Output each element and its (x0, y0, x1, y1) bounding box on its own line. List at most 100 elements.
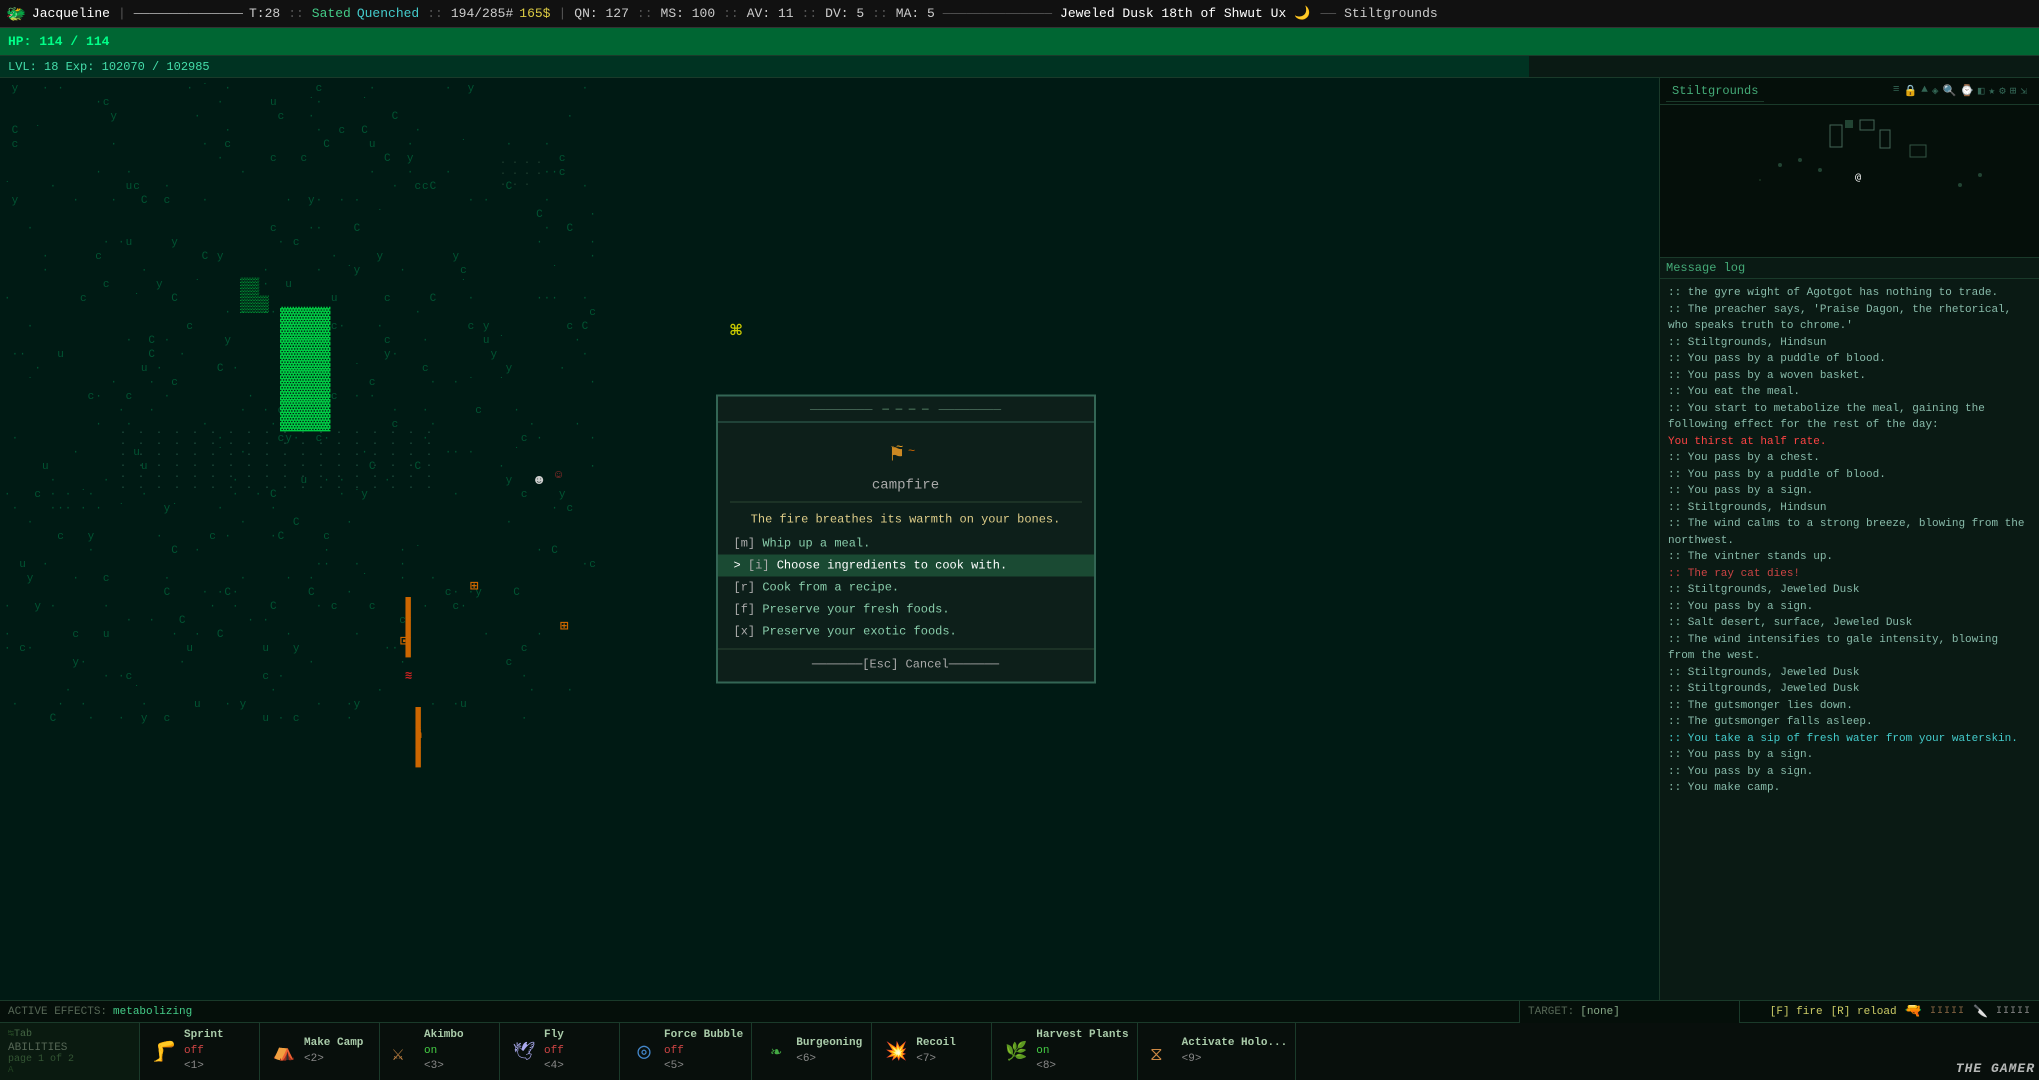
game-viewport[interactable]: y · · · ˙ · c · · y · ·c · u ˙· ˙ y · c … (0, 78, 1659, 1000)
akimbo-icon: ⚔ (388, 1036, 420, 1068)
holo-key: <9> (1182, 1052, 1288, 1067)
mm-icon-1[interactable]: ≡ (1893, 84, 1900, 98)
fly-key: <4> (544, 1059, 564, 1074)
message-item: :: You eat the meal. (1668, 384, 2031, 401)
ability-forcebubble[interactable]: ◎ Force Bubble off <5> (620, 1023, 752, 1080)
npc-entity: ☻ (535, 473, 543, 489)
option-exotic-text: Preserve your exotic foods. (762, 625, 956, 639)
fly-info: Fly off <4> (544, 1028, 564, 1074)
harvest-info: Harvest Plants on <8> (1036, 1028, 1128, 1074)
right-panel: Stiltgrounds ≡ 🔒 ▲ ◈ 🔍 ⌚ ◧ ★ ⚙ ⊞ ⇲ (1659, 78, 2039, 1000)
mm-icon-2[interactable]: 🔒 (1904, 84, 1918, 98)
message-item: :: You pass by a sign. (1668, 483, 2031, 500)
akimbo-status: on (424, 1044, 464, 1059)
message-item: :: The vintner stands up. (1668, 549, 2031, 566)
forcebubble-icon: ◎ (628, 1036, 660, 1068)
fly-name: Fly (544, 1028, 564, 1043)
abilities-a: A (8, 1065, 131, 1075)
mm-icon-6[interactable]: ⌚ (1960, 84, 1974, 98)
fire-key: [F] fire (1770, 1006, 1823, 1018)
ability-harvest[interactable]: 🌿 Harvest Plants on <8> (992, 1023, 1137, 1080)
mm-icon-9[interactable]: ⚙ (1999, 84, 2006, 98)
minimap-title: Stiltgrounds (1666, 81, 1764, 102)
structure-2: ⊞ (470, 578, 478, 595)
main-area: y · · · ˙ · c · · y · ·c · u ˙· ˙ y · c … (0, 78, 2039, 1000)
fly-icon: 🕊 (508, 1036, 540, 1068)
dialog-option-fresh[interactable]: [f] Preserve your fresh foods. (718, 599, 1094, 621)
option-fresh-text: Preserve your fresh foods. (762, 603, 949, 617)
dialog-option-whip[interactable]: [m] Whip up a meal. (718, 533, 1094, 555)
ability-recoil[interactable]: 💥 Recoil <7> (872, 1023, 992, 1080)
burgeoning-key: <6> (796, 1052, 862, 1067)
structure-3: ⊞ (560, 618, 568, 635)
burgeoning-name: Burgeoning (796, 1036, 862, 1051)
ability-holo[interactable]: ⧖ Activate Holo... <9> (1138, 1023, 1297, 1080)
liquid-entity: ≋ (405, 668, 412, 683)
ability-fly[interactable]: 🕊 Fly off <4> (500, 1023, 620, 1080)
dialog-option-ingredients[interactable]: > [i] Choose ingredients to cook with. (718, 555, 1094, 577)
akimbo-info: Akimbo on <3> (424, 1028, 464, 1074)
ability-akimbo[interactable]: ⚔ Akimbo on <3> (380, 1023, 500, 1080)
message-item: :: You pass by a puddle of blood. (1668, 351, 2031, 368)
minimap-area: Stiltgrounds ≡ 🔒 ▲ ◈ 🔍 ⌚ ◧ ★ ⚙ ⊞ ⇲ (1660, 78, 2039, 258)
dialog-option-recipe[interactable]: [r] Cook from a recipe. (718, 577, 1094, 599)
dialog-description: The fire breathes its warmth on your bon… (718, 503, 1094, 533)
terrain-dots: · · · · · · · · · · · · · · · · · · · · … (120, 428, 435, 494)
hp-text: HP: 114 / 114 (8, 34, 109, 49)
recoil-name: Recoil (916, 1036, 956, 1051)
nutrition: 194/285# (451, 6, 513, 21)
lvl-row: LVL: 18 Exp: 102070 / 102985 (0, 56, 2039, 78)
esc-cancel[interactable]: [Esc] Cancel (862, 658, 948, 672)
target-label: TARGET: (1528, 1006, 1574, 1018)
burgeoning-icon: ❧ (760, 1036, 792, 1068)
holo-info: Activate Holo... <9> (1182, 1036, 1288, 1067)
mm-icon-10[interactable]: ⊞ (2010, 84, 2017, 98)
harvest-name: Harvest Plants (1036, 1028, 1128, 1043)
effects-label: ACTIVE EFFECTS: (8, 1006, 107, 1018)
message-item: :: the gyre wight of Agotgot has nothing… (1668, 285, 2031, 302)
mm-icon-5[interactable]: 🔍 (1942, 84, 1956, 98)
ma-stat: MA: 5 (896, 6, 935, 21)
campfire-map-icon: ⌘ (730, 318, 742, 344)
recoil-icon: 💥 (880, 1036, 912, 1068)
sprint-icon: 🦵 (148, 1036, 180, 1068)
message-log[interactable]: :: the gyre wight of Agotgot has nothing… (1660, 279, 2039, 1000)
cancel-text: ─────── (812, 658, 862, 672)
mm-icon-11[interactable]: ⇲ (2020, 84, 2027, 98)
minimap-svg: @ (1660, 105, 2039, 253)
reload-key: [R] reload (1831, 1006, 1897, 1018)
zone: Stiltgrounds (1344, 6, 1438, 21)
av-stat: AV: 11 (747, 6, 794, 21)
message-item: :: You pass by a sign. (1668, 764, 2031, 781)
mm-icon-8[interactable]: ★ (1989, 84, 1996, 98)
svg-text:⧖: ⧖ (1150, 1046, 1163, 1066)
ammo-bar2: IIIII (1996, 1006, 2031, 1017)
turn-display: —————————————— (134, 6, 243, 21)
message-item: :: The wind calms to a strong breeze, bl… (1668, 516, 2031, 549)
key-x: [x] (734, 625, 756, 639)
harvest-icon: 🌿 (1000, 1036, 1032, 1068)
mm-icon-7[interactable]: ◧ (1978, 84, 1985, 98)
mm-icon-3[interactable]: ▲ (1921, 84, 1928, 98)
item-entity: ñ (415, 728, 422, 742)
ability-sprint[interactable]: 🦵 Sprint off <1> (140, 1023, 260, 1080)
message-log-header: Message log (1660, 258, 2039, 279)
mm-icon-4[interactable]: ◈ (1932, 84, 1939, 98)
forcebubble-name: Force Bubble (664, 1028, 743, 1043)
dialog-option-exotic[interactable]: [x] Preserve your exotic foods. (718, 621, 1094, 643)
svg-text:⚔: ⚔ (392, 1044, 404, 1066)
svg-text:~: ~ (908, 445, 915, 459)
abilities-panel: ↹Tab ABILITIES page 1 of 2 A (0, 1023, 140, 1080)
akimbo-key: <3> (424, 1059, 464, 1074)
ability-makecamp[interactable]: ⛺ Make Camp <2> (260, 1023, 380, 1080)
message-item: :: Stiltgrounds, Jeweled Dusk (1668, 665, 2031, 682)
message-item: :: The gutsmonger falls asleep. (1668, 714, 2031, 731)
target-value: [none] (1580, 1006, 1620, 1018)
message-item: :: The ray cat dies! (1668, 566, 2031, 583)
option-whip-text: Whip up a meal. (762, 537, 870, 551)
abilities-title: ABILITIES (8, 1042, 131, 1054)
ability-burgeoning[interactable]: ❧ Burgeoning <6> (752, 1023, 872, 1080)
message-item: :: You pass by a puddle of blood. (1668, 467, 2031, 484)
sprint-name: Sprint (184, 1028, 224, 1043)
dialog-title-bar: ──────── ─ ─ ─ ─ ──────── (718, 397, 1094, 423)
